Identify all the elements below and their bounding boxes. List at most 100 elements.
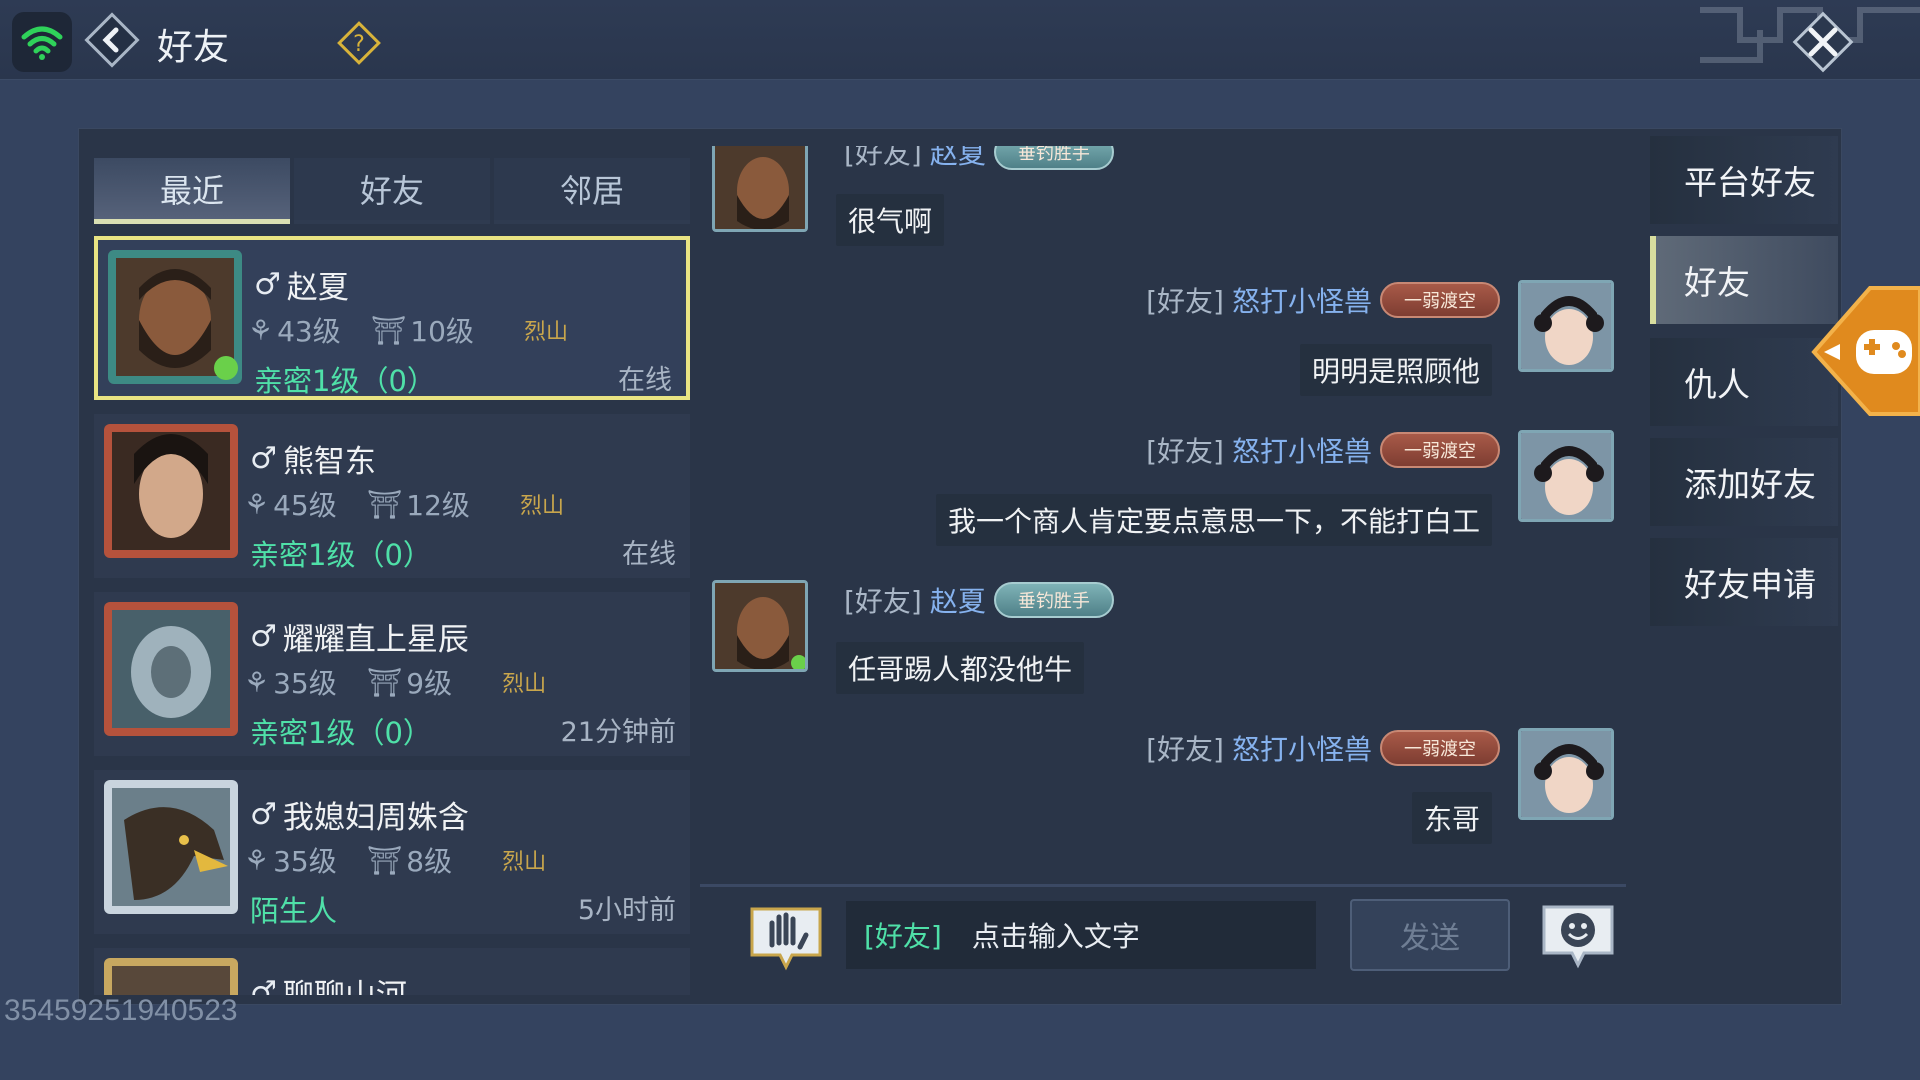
gamepad-icon <box>1811 286 1920 416</box>
page-title: 好友 <box>157 27 230 68</box>
voice-hand-icon <box>750 907 822 971</box>
emoji-button[interactable] <box>1538 901 1618 971</box>
tab-bar: 最近 好友 邻居 <box>94 158 690 224</box>
avatar <box>104 958 238 995</box>
male-icon: ♂ <box>250 619 277 654</box>
avatar <box>1518 280 1614 372</box>
message-header: [好友] 赵夏 垂钓胜手 <box>844 146 1114 172</box>
question-diamond-icon: ? <box>337 21 381 65</box>
input-placeholder: 点击输入文字 <box>971 920 1140 953</box>
chat-text-input[interactable]: [好友] 点击输入文字 <box>846 901 1316 969</box>
message-bubble: 我一个商人肯定要点意思一下，不能打白工 <box>935 494 1492 546</box>
intimacy-level: 陌生人 <box>250 894 338 928</box>
avatar <box>1518 728 1614 820</box>
level-stat: ⛩ 12级 <box>366 487 470 523</box>
level-stat: ⛩ 9级 <box>366 665 453 701</box>
sect-label: 烈山 <box>502 850 547 875</box>
friend-name: ♂ 赵夏 <box>254 262 349 307</box>
house-icon: ⛩ <box>370 313 407 347</box>
tab-neighbors[interactable]: 邻居 <box>494 158 690 224</box>
friend-name-text: 聊聊山河 <box>283 970 407 995</box>
friend-name-text: 耀耀直上星辰 <box>282 622 469 658</box>
smiley-icon <box>1542 905 1614 969</box>
message-header: [好友] 赵夏 垂钓胜手 <box>844 580 1114 620</box>
tab-friends[interactable]: 好友 <box>294 158 490 224</box>
friend-name: ♂ 我媳妇周姝含 <box>250 792 469 837</box>
sender-name[interactable]: 怒打小怪兽 <box>1232 280 1372 320</box>
male-icon: ♂ <box>250 797 277 832</box>
close-x-icon <box>1792 11 1854 73</box>
friend-name-text: 熊智东 <box>282 444 376 480</box>
avatar <box>104 780 238 914</box>
side-item-platform-friends[interactable]: 平台好友 <box>1650 136 1838 224</box>
back-arrow-icon <box>84 12 140 68</box>
title-badge: 垂钓胜手 <box>993 146 1114 170</box>
online-status: 在线 <box>618 365 672 396</box>
friend-name-text: 赵夏 <box>286 270 349 306</box>
tab-recent[interactable]: 最近 <box>94 158 290 224</box>
friend-name-text: 我媳妇周姝含 <box>282 800 469 836</box>
message-bubble: 东哥 <box>1411 792 1492 844</box>
message-header: [好友] 怒打小怪兽 一弱渡空 <box>1146 430 1500 470</box>
house-icon: ⛩ <box>366 487 403 521</box>
friend-list-column: 最近 好友 邻居 ♂ 赵夏 ⚘ 43级 ⛩ 10级 烈山 亲密1级（0） 在线 … <box>94 150 690 995</box>
sect-label: 烈山 <box>519 494 564 519</box>
friend-name: ♂ 聊聊山河 <box>250 970 407 995</box>
sect-label: 烈山 <box>523 320 568 345</box>
friend-card[interactable]: ♂ 熊智东 ⚘ 45级 ⛩ 12级 烈山 亲密1级（0） 在线 <box>94 414 690 578</box>
title-badge: 垂钓胜手 <box>993 582 1114 618</box>
message-bubble: 明明是照顾他 <box>1299 344 1492 396</box>
friend-card[interactable]: ♂ 赵夏 ⚘ 43级 ⛩ 10级 烈山 亲密1级（0） 在线 <box>94 236 690 400</box>
friend-name: ♂ 耀耀直上星辰 <box>250 614 469 659</box>
sect-label: 烈山 <box>502 672 547 697</box>
power-stat: ⚘ 45级 <box>244 487 337 523</box>
wifi-icon <box>12 12 72 72</box>
message-header: [好友] 怒打小怪兽 一弱渡空 <box>1146 280 1500 320</box>
title-badge: 一弱渡空 <box>1380 730 1500 766</box>
sender-name[interactable]: 怒打小怪兽 <box>1232 728 1372 768</box>
watermark-text: 35459251940523 <box>4 994 238 1027</box>
male-icon: ♂ <box>250 441 277 476</box>
svg-text:?: ? <box>353 32 365 57</box>
sender-name[interactable]: 赵夏 <box>930 580 986 620</box>
stat-row: ⚘ 35级 ⛩ 9级 烈山 <box>244 662 546 702</box>
level-stat: ⛩ 10级 <box>370 313 474 349</box>
avatar <box>108 250 242 384</box>
back-button[interactable] <box>80 8 144 72</box>
friend-card[interactable]: ♂ 聊聊山河 <box>94 948 690 995</box>
sender-name[interactable]: 赵夏 <box>930 146 986 172</box>
chat-area[interactable]: [好友] 赵夏 垂钓胜手 很气啊 [好友] 怒打小怪兽 一弱渡空 明明是照顾他 … <box>700 146 1626 886</box>
message-header: [好友] 怒打小怪兽 一弱渡空 <box>1146 728 1500 768</box>
help-button[interactable]: ? <box>336 20 382 66</box>
voice-button[interactable] <box>746 903 826 971</box>
intimacy-level: 亲密1级（0） <box>254 364 436 398</box>
online-status: 5小时前 <box>577 895 676 926</box>
side-item-add-friend[interactable]: 添加好友 <box>1650 438 1838 526</box>
side-item-friend-requests[interactable]: 好友申请 <box>1650 538 1838 626</box>
online-status: 21分钟前 <box>560 717 676 748</box>
online-status: 在线 <box>622 539 676 570</box>
level-stat: ⛩ 8级 <box>366 843 453 879</box>
male-icon: ♂ <box>254 267 281 302</box>
avatar <box>712 146 808 232</box>
friend-card[interactable]: ♂ 耀耀直上星辰 ⚘ 35级 ⛩ 9级 烈山 亲密1级（0） 21分钟前 <box>94 592 690 756</box>
intimacy-level: 亲密1级（0） <box>250 716 432 750</box>
top-bar: 好友 ? <box>0 0 1920 80</box>
power-stat: ⚘ 43级 <box>248 313 341 349</box>
wing-icon: ⚘ <box>244 843 270 877</box>
send-button[interactable]: 发送 <box>1350 899 1510 971</box>
avatar <box>104 424 238 558</box>
avatar <box>1518 430 1614 522</box>
wing-icon: ⚘ <box>248 313 274 347</box>
stat-row: ⚘ 43级 ⛩ 10级 烈山 <box>248 310 568 350</box>
floating-gamepad-button[interactable] <box>1810 282 1920 420</box>
house-icon: ⛩ <box>366 665 403 699</box>
sender-name[interactable]: 怒打小怪兽 <box>1232 430 1372 470</box>
channel-label: [好友] <box>864 920 942 953</box>
friend-card[interactable]: ♂ 我媳妇周姝含 ⚘ 35级 ⛩ 8级 烈山 陌生人 5小时前 <box>94 770 690 934</box>
male-icon: ♂ <box>250 975 277 995</box>
stat-row: ⚘ 45级 ⛩ 12级 烈山 <box>244 484 564 524</box>
avatar <box>104 602 238 736</box>
close-button[interactable] <box>1787 6 1859 78</box>
power-stat: ⚘ 35级 <box>244 843 337 879</box>
